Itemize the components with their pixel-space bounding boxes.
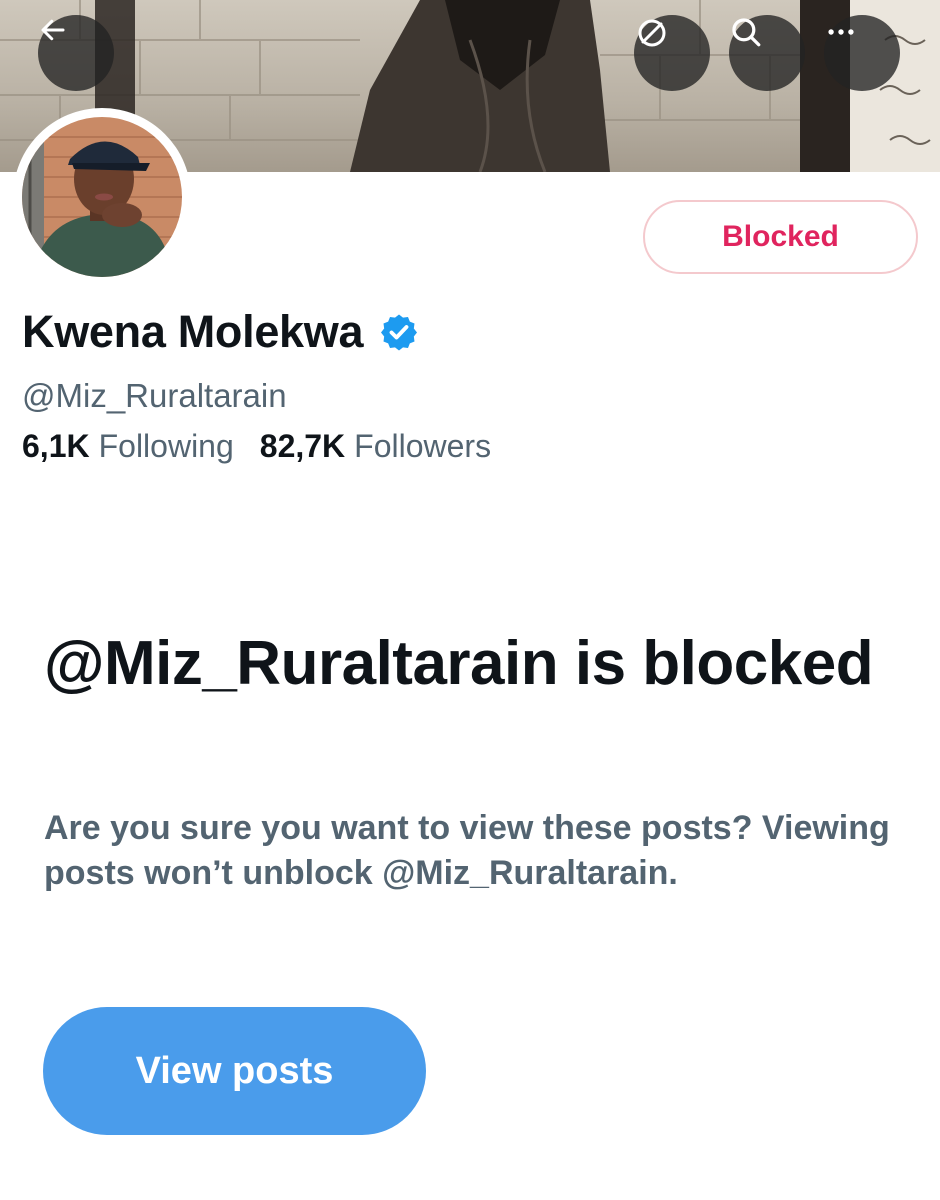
blocked-notice-title: @Miz_Ruraltarain is blocked [44, 629, 874, 698]
more-icon [828, 29, 854, 35]
globe-off-icon [638, 19, 666, 47]
following-label: Following [98, 428, 234, 464]
avatar-image [22, 117, 182, 277]
followers-link[interactable]: 82,7K Followers [260, 428, 491, 465]
follow-stats: 6,1K Following 82,7K Followers [22, 428, 491, 465]
following-link[interactable]: 6,1K Following [22, 428, 234, 465]
verified-badge-icon[interactable] [379, 312, 419, 352]
blocked-button[interactable]: Blocked [643, 200, 918, 274]
display-name: Kwena Molekwa [22, 306, 364, 357]
more-button[interactable] [824, 15, 900, 91]
following-count: 6,1K [22, 428, 90, 464]
blocked-notice-body: Are you sure you want to view these post… [44, 809, 890, 892]
arrow-left-icon [41, 19, 65, 41]
followers-count: 82,7K [259, 428, 346, 464]
view-posts-button[interactable]: View posts [43, 1007, 426, 1135]
user-handle: @Miz_Ruraltarain [22, 377, 287, 414]
search-button[interactable] [729, 15, 805, 91]
followers-label: Followers [354, 428, 492, 464]
search-icon [732, 18, 761, 47]
profile-page: Blocked Kwena Molekwa @Miz_Ruraltarain 6… [0, 0, 940, 1200]
translate-off-button[interactable] [634, 15, 710, 91]
avatar[interactable] [13, 108, 191, 286]
name-row: Kwena Molekwa [22, 306, 419, 358]
back-button[interactable] [38, 15, 114, 91]
